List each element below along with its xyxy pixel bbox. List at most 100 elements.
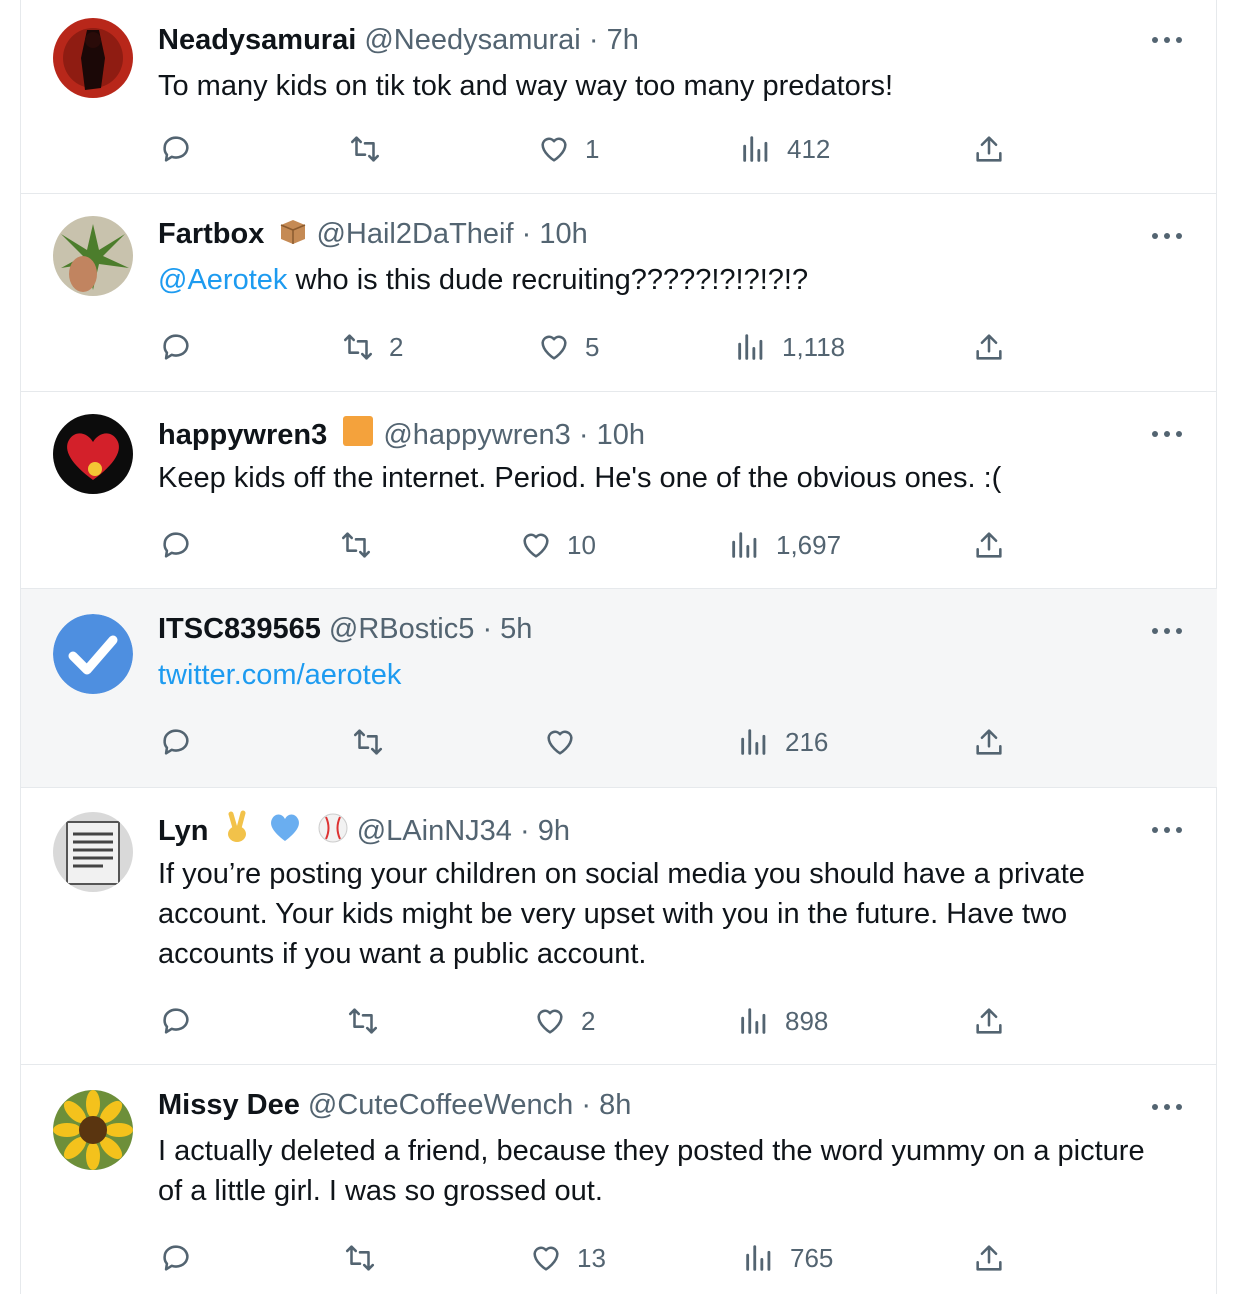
reply-button[interactable] [159,1001,193,1041]
views-button[interactable]: 412 [739,129,830,169]
tweet[interactable]: Missy Dee @CuteCoffeeWench · 8h I actual… [21,1065,1217,1294]
views-button[interactable]: 765 [742,1238,833,1278]
views-button[interactable]: 1,697 [728,525,841,565]
like-button[interactable]: 2 [533,1001,595,1041]
user-handle[interactable]: @CuteCoffeeWench [308,1089,573,1121]
like-count: 5 [585,331,600,362]
user-handle[interactable]: @Needysamurai [364,24,580,56]
retweet-button[interactable]: 2 [341,327,403,367]
reply-button[interactable] [159,327,193,367]
retweet-icon [353,729,383,755]
display-name[interactable]: Neadysamurai [158,24,356,56]
view-count: 216 [785,726,829,757]
views-icon [732,532,757,558]
display-name[interactable]: happywren3 [158,419,327,451]
action-bar: 13 765 [21,1238,1217,1278]
like-button[interactable] [543,722,577,762]
timestamp[interactable]: 9h [538,815,570,847]
timestamp[interactable]: 8h [599,1089,631,1121]
display-name[interactable]: Missy Dee [158,1089,300,1121]
retweet-icon [341,532,371,558]
timestamp[interactable]: 10h [539,218,587,250]
views-icon [741,1008,766,1034]
user-handle[interactable]: @Hail2DaTheif [316,218,513,250]
timestamp[interactable]: 7h [607,24,639,56]
avatar[interactable] [53,812,133,892]
tweet[interactable]: happywren3 @happywren3 · 10h Keep kids o… [21,392,1217,589]
reply-button[interactable] [159,722,193,762]
retweet-button[interactable] [346,1001,380,1041]
tweet-header: ITSC839565 @RBostic5 · 5h [158,611,532,647]
avatar[interactable] [53,1090,133,1170]
like-button[interactable]: 13 [529,1238,606,1278]
like-icon [537,1009,563,1034]
like-icon [533,1246,559,1271]
blue-heart-emoji-icon [270,814,299,841]
retweet-button[interactable] [348,129,382,169]
like-button[interactable]: 1 [537,129,599,169]
user-handle[interactable]: @RBostic5 [329,613,474,645]
display-name[interactable]: Fartbox [158,218,264,250]
share-button[interactable] [972,327,1006,367]
retweet-icon [343,334,373,360]
more-icon[interactable] [1149,820,1185,840]
share-button[interactable] [972,525,1006,565]
tweet[interactable]: Neadysamurai @Needysamurai · 7h To many … [21,0,1217,194]
user-handle[interactable]: @happywren3 [383,419,570,451]
avatar[interactable] [53,18,133,98]
retweet-button[interactable] [343,1238,377,1278]
share-button[interactable] [972,722,1006,762]
display-name[interactable]: ITSC839565 [158,613,321,645]
retweet-button[interactable] [351,722,385,762]
timestamp[interactable]: 5h [500,613,532,645]
share-icon [976,334,1002,360]
views-button[interactable]: 1,118 [734,327,845,367]
tweet[interactable]: ITSC839565 @RBostic5 · 5h twitter.com/ae… [21,589,1217,788]
reply-button[interactable] [159,525,193,565]
tweet-text: Keep kids off the internet. Period. He's… [158,458,1158,498]
avatar[interactable] [53,414,133,494]
share-button[interactable] [972,1001,1006,1041]
avatar[interactable] [53,216,133,296]
like-button[interactable]: 10 [519,525,596,565]
views-icon [746,1245,771,1271]
tweet-text: To many kids on tik tok and way way too … [158,66,1158,106]
tweet-text: @Aerotek who is this dude recruiting????… [158,260,1158,300]
reply-button[interactable] [159,1238,193,1278]
action-bar: 10 1,697 [21,525,1217,565]
more-icon[interactable] [1149,226,1185,246]
separator: · [581,1089,592,1121]
like-button[interactable]: 5 [537,327,599,367]
reply-button[interactable] [159,129,193,169]
tweet-text: I actually deleted a friend, because the… [158,1131,1158,1211]
more-icon[interactable] [1149,621,1185,641]
url-link[interactable]: twitter.com/aerotek [158,659,401,691]
action-bar: 216 [21,722,1217,762]
reply-icon [163,136,189,162]
timestamp[interactable]: 10h [597,419,645,451]
reply-feed: Neadysamurai @Needysamurai · 7h To many … [20,0,1217,1294]
share-button[interactable] [972,1238,1006,1278]
views-button[interactable]: 898 [737,1001,828,1041]
package-emoji-icon [281,220,306,244]
retweet-button[interactable] [339,525,373,565]
views-button[interactable]: 216 [737,722,828,762]
user-handle[interactable]: @LAinNJ34 [357,815,512,847]
tweet-header: Neadysamurai @Needysamurai · 7h [158,22,639,58]
action-bar: 1 412 [21,129,1217,169]
more-icon[interactable] [1149,30,1185,50]
display-name[interactable]: Lyn [158,815,208,847]
tweet[interactable]: Lyn @LAinNJ34 · 9h If you’re posting you… [21,788,1217,1065]
share-icon [976,136,1002,162]
like-icon [541,335,567,360]
tweet[interactable]: Fartbox @Hail2DaTheif · 10h @Aerotek who… [21,194,1217,392]
orange-square-emoji-icon [343,416,374,446]
mention-link[interactable]: @Aerotek [158,264,287,296]
more-icon[interactable] [1149,424,1185,444]
like-count: 13 [577,1242,606,1273]
more-icon[interactable] [1149,1097,1185,1117]
separator: · [482,613,493,645]
action-bar: 2 5 1,118 [21,327,1217,367]
share-button[interactable] [972,129,1006,169]
avatar[interactable] [53,614,133,694]
